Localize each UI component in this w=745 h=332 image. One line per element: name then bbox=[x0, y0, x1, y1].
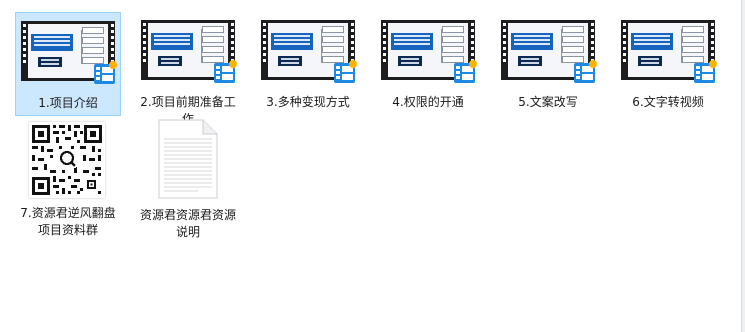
video-thumbnail bbox=[258, 16, 358, 92]
file-item-image-qr[interactable]: 7.资源君逆风翻盘项目资料群 bbox=[15, 115, 121, 242]
vertical-scrollbar[interactable] bbox=[741, 0, 745, 332]
file-name-label: 4.权限的开通 bbox=[392, 95, 464, 109]
video-thumbnail bbox=[18, 17, 118, 93]
video-file-icon bbox=[694, 60, 717, 83]
image-thumbnail bbox=[18, 119, 118, 203]
video-file-icon bbox=[94, 61, 117, 84]
video-thumbnail bbox=[618, 16, 718, 92]
text-document-icon bbox=[158, 119, 218, 199]
file-item-video-2[interactable]: 2.项目前期准备工作 bbox=[135, 12, 241, 131]
file-item-video-6[interactable]: 6.文字转视频 bbox=[615, 12, 721, 114]
file-name-label: 3.多种变现方式 bbox=[266, 95, 350, 109]
file-view: 1.项目介绍 2.项目前期准备工作 3.多种变现方式 4.权限的开通 5.文案改… bbox=[0, 0, 745, 332]
video-thumbnail bbox=[498, 16, 598, 92]
qr-code-image bbox=[29, 122, 105, 198]
video-thumbnail bbox=[378, 16, 478, 92]
video-file-icon bbox=[334, 60, 357, 83]
file-item-text-document[interactable]: 资源君资源君资源说明 bbox=[135, 115, 241, 244]
file-name-label: 7.资源君逆风翻盘项目资料群 bbox=[20, 206, 116, 237]
file-name-label: 6.文字转视频 bbox=[632, 95, 704, 109]
file-item-video-4[interactable]: 4.权限的开通 bbox=[375, 12, 481, 114]
video-thumbnail bbox=[138, 16, 238, 92]
file-name-label: 资源君资源君资源说明 bbox=[139, 208, 236, 239]
video-file-icon bbox=[214, 60, 237, 83]
video-file-icon bbox=[574, 60, 597, 83]
file-item-video-3[interactable]: 3.多种变现方式 bbox=[255, 12, 361, 114]
video-file-icon bbox=[454, 60, 477, 83]
file-item-video-1[interactable]: 1.项目介绍 bbox=[15, 12, 121, 116]
file-item-video-5[interactable]: 5.文案改写 bbox=[495, 12, 601, 114]
file-name-label: 5.文案改写 bbox=[518, 95, 578, 109]
document-thumbnail bbox=[138, 119, 238, 205]
file-name-label: 1.项目介绍 bbox=[38, 96, 98, 110]
